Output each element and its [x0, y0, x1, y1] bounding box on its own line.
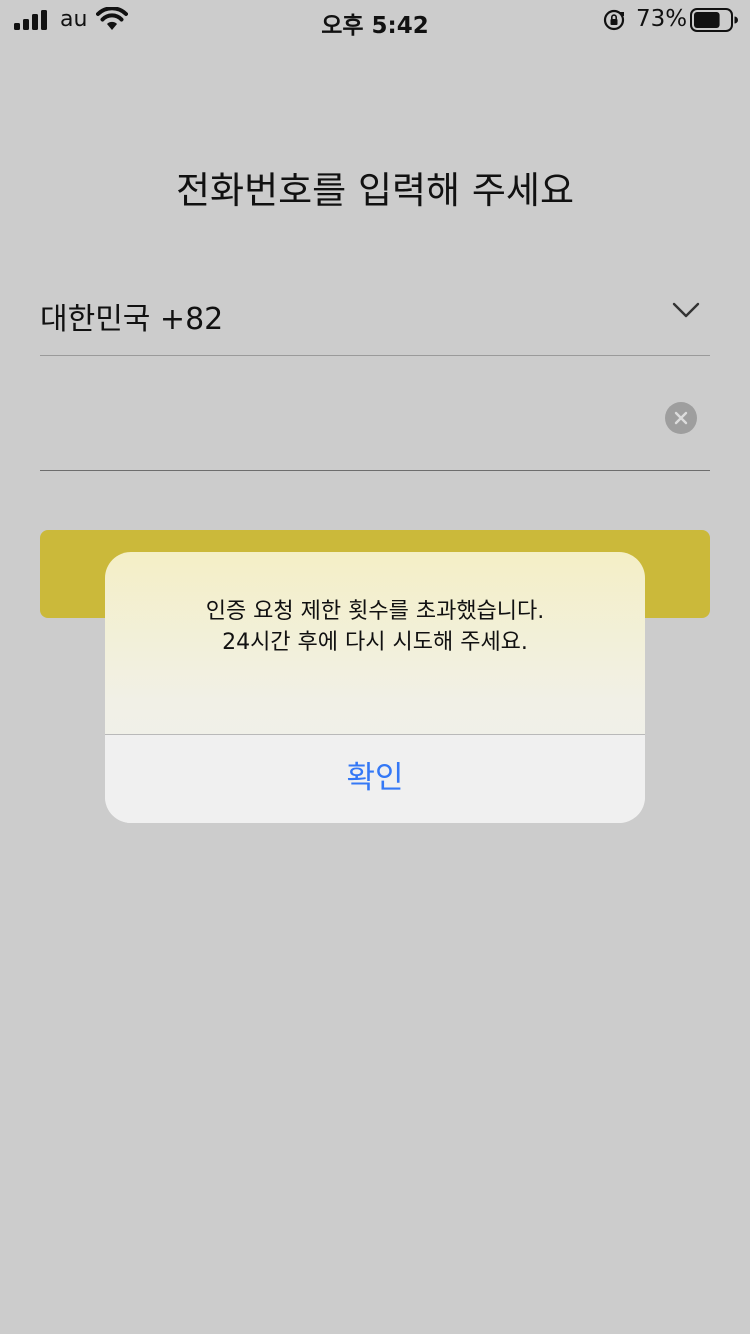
rotation-lock-icon: [603, 9, 625, 31]
close-icon: [674, 411, 688, 425]
clear-button[interactable]: [665, 402, 697, 434]
page-title: 전화번호를 입력해 주세요: [176, 169, 574, 212]
alert-message: 인증 요청 제한 횟수를 초과했습니다. 24시간 후에 다시 시도해 주세요.: [105, 596, 645, 658]
country-select[interactable]: 대한민국 +82: [40, 280, 710, 356]
alert-dialog: 인증 요청 제한 횟수를 초과했습니다. 24시간 후에 다시 시도해 주세요.…: [105, 552, 645, 823]
phone-input-row: [40, 356, 710, 471]
status-bar: au 오후 5:42 73%: [0, 0, 750, 40]
battery-percent: 73%: [636, 6, 688, 32]
phone-entry-screen: au 오후 5:42 73% 전화번호를 입력해 주세요 대한민국 +82 인증…: [0, 0, 750, 1334]
chevron-down-icon: [672, 302, 700, 318]
phone-number-input[interactable]: [40, 386, 640, 436]
alert-message-line1: 인증 요청 제한 횟수를 초과했습니다.: [205, 599, 545, 624]
battery-icon: [690, 8, 738, 32]
alert-message-line2: 24시간 후에 다시 시도해 주세요.: [222, 630, 528, 655]
country-select-value: 대한민국 +82: [40, 302, 224, 337]
alert-confirm-button[interactable]: 확인: [105, 735, 645, 823]
